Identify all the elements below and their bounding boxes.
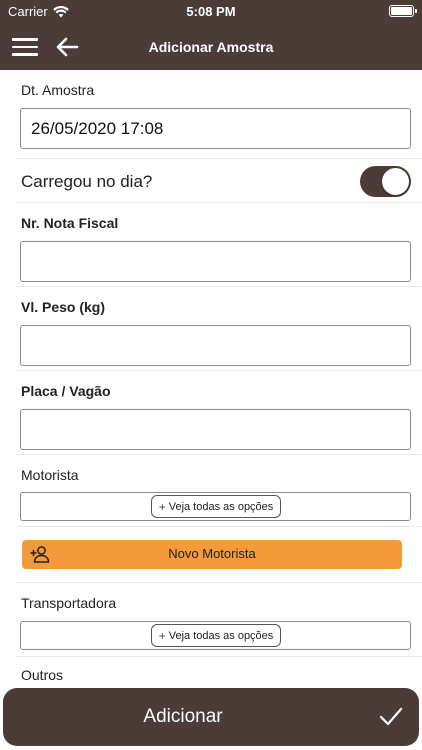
divider bbox=[16, 286, 422, 287]
status-time: 5:08 PM bbox=[186, 4, 236, 19]
page-title: Adicionar Amostra bbox=[148, 39, 274, 55]
options-button-label: Veja todas as opções bbox=[168, 629, 274, 642]
options-button-label: Veja todas as opções bbox=[168, 500, 274, 513]
placa-input[interactable] bbox=[20, 409, 411, 450]
motorista-select: + Veja todas as opções bbox=[20, 492, 411, 521]
carregou-toggle[interactable] bbox=[360, 166, 411, 197]
adicionar-button[interactable]: Adicionar bbox=[3, 688, 419, 746]
plus-icon: + bbox=[158, 628, 166, 643]
transportadora-select: + Veja todas as opções bbox=[20, 621, 411, 650]
adicionar-label: Adicionar bbox=[143, 706, 223, 727]
divider bbox=[16, 454, 422, 455]
plus-icon: + bbox=[158, 499, 166, 514]
outros-label: Outros bbox=[21, 667, 64, 683]
divider bbox=[16, 656, 422, 657]
dt-amostra-input[interactable]: 26/05/2020 17:08 bbox=[20, 108, 411, 149]
divider bbox=[16, 158, 422, 159]
motorista-label: Motorista bbox=[21, 467, 79, 483]
nav-bar: Adicionar Amostra bbox=[0, 24, 422, 70]
divider bbox=[16, 526, 422, 527]
peso-input[interactable] bbox=[20, 325, 411, 366]
dt-amostra-label: Dt. Amostra bbox=[21, 82, 95, 98]
motorista-options-button[interactable]: + Veja todas as opções bbox=[151, 495, 281, 518]
transportadora-options-button[interactable]: + Veja todas as opções bbox=[151, 624, 281, 647]
divider bbox=[16, 582, 422, 583]
divider bbox=[16, 370, 422, 371]
checkmark-icon bbox=[379, 707, 403, 726]
peso-label: Vl. Peso (kg) bbox=[21, 299, 106, 315]
nota-fiscal-label: Nr. Nota Fiscal bbox=[21, 215, 119, 231]
carregou-label: Carregou no dia? bbox=[21, 172, 153, 191]
battery-icon bbox=[389, 5, 417, 17]
placa-label: Placa / Vagão bbox=[21, 383, 111, 399]
divider bbox=[16, 202, 422, 203]
novo-motorista-label: Novo Motorista bbox=[168, 546, 256, 561]
nota-fiscal-input[interactable] bbox=[20, 241, 411, 282]
status-bar: Carrier 5:08 PM bbox=[0, 0, 422, 24]
transportadora-label: Transportadora bbox=[21, 595, 117, 611]
novo-motorista-button[interactable]: Novo Motorista bbox=[22, 540, 402, 569]
